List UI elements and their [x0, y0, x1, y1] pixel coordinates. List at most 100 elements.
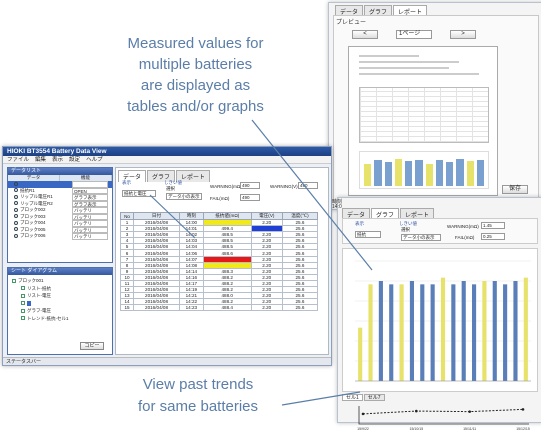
chart-bar — [461, 281, 466, 381]
time-value: 14:0 — [332, 204, 342, 210]
data-item-label: ブロック005 — [20, 226, 46, 232]
checkbox-icon[interactable] — [12, 278, 16, 283]
tree-item[interactable] — [12, 300, 112, 308]
menu-view[interactable]: 表示 — [52, 156, 63, 163]
tree-title: シート ダイアグラム — [8, 268, 112, 275]
threshold-select[interactable]: データ小の表示 — [401, 234, 441, 241]
radio-icon[interactable] — [14, 181, 18, 186]
threshold-select[interactable]: データ小の表示 — [166, 193, 202, 200]
data-item-label: ブロック002 — [20, 207, 46, 212]
menu-settings[interactable]: 設定 — [69, 156, 80, 163]
radio-icon[interactable] — [14, 227, 18, 232]
callout-line: Measured values for — [127, 35, 264, 52]
menu-file[interactable]: ファイル — [7, 156, 29, 163]
chart-bar — [399, 284, 404, 381]
chart-bar — [430, 284, 435, 381]
threshold-sub-label: 選択 — [401, 227, 410, 232]
save-button[interactable]: 保存 — [502, 185, 528, 194]
trend-line-chart: 15/9/22 15/10/15 15/11/11 15/12/15 — [357, 406, 530, 431]
radio-icon[interactable] — [14, 214, 18, 219]
tree-item[interactable]: リスト-電圧 — [12, 292, 112, 300]
tab-cell[interactable]: セル7 — [363, 394, 385, 401]
page-navigation: < 1ページ > — [352, 30, 476, 39]
warning-r-label: WARNING(mΩ) — [210, 184, 242, 189]
display-select[interactable]: 抵抗と電圧 — [122, 190, 156, 197]
prev-page-button[interactable]: < — [352, 30, 378, 39]
trend-point — [521, 408, 525, 411]
tree-item[interactable]: グラフ-電圧 — [12, 307, 112, 315]
column-header[interactable]: 抵抗値(mΩ) — [202, 212, 252, 220]
callout-line: tables and/or graphs — [127, 98, 264, 115]
fail-r-input[interactable]: 490 — [240, 194, 260, 201]
checkbox-icon[interactable] — [21, 301, 25, 306]
display-label: 表示 — [355, 221, 364, 226]
tree-item[interactable]: リスト-抵抗 — [12, 285, 112, 293]
warning-r-input[interactable]: 490 — [240, 182, 260, 189]
callout-table-graph: Measured values for multiple batteries a… — [88, 33, 303, 117]
checkbox-icon[interactable] — [21, 316, 25, 321]
radio-icon[interactable] — [14, 188, 18, 193]
tree-item-label: リスト-電圧 — [27, 293, 51, 298]
display-controls: 表示 抵抗と電圧 しきい値 選択 データ小の表示 WARNING(mΩ) 490… — [120, 180, 326, 208]
text-placeholder — [359, 61, 459, 63]
column-header[interactable]: No — [119, 212, 135, 220]
data-item-function[interactable]: バッテリ — [72, 233, 108, 240]
radio-icon[interactable] — [14, 233, 18, 238]
chart-bar — [409, 281, 415, 381]
data-item-label: ブロック004 — [20, 220, 46, 225]
data-item-name: ブロック006 — [8, 233, 72, 240]
warning-input[interactable]: 1.45 — [481, 222, 505, 229]
trend-point — [415, 409, 418, 413]
menu-help[interactable]: ヘルプ — [86, 156, 103, 163]
page-select[interactable]: 1ページ — [396, 30, 432, 39]
radio-icon[interactable] — [14, 201, 18, 206]
menu-edit[interactable]: 編集 — [35, 156, 46, 163]
radio-icon[interactable] — [14, 194, 18, 199]
next-page-button[interactable]: > — [450, 30, 476, 39]
data-list-item[interactable]: ブロック006 バッテリ — [8, 233, 112, 240]
display-select[interactable]: 抵抗 — [355, 231, 381, 238]
report-chart-preview — [359, 151, 489, 189]
trend-point — [468, 410, 471, 413]
trend-axes — [358, 406, 529, 425]
fail-input[interactable]: 0.25 — [481, 233, 505, 240]
text-placeholder — [359, 73, 479, 75]
chart-bar — [368, 284, 373, 381]
menu-bar: ファイル 編集 表示 設定 ヘルプ — [3, 156, 331, 164]
callout-line: View past trends — [142, 376, 254, 393]
tree-item-label: リスト-抵抗 — [27, 285, 51, 291]
copy-button[interactable]: コピー — [80, 342, 104, 350]
preview-label: プレビュー — [336, 20, 367, 26]
column-header[interactable]: 温度(℃) — [281, 212, 319, 220]
checkbox-icon[interactable] — [21, 293, 25, 298]
checkbox-icon[interactable] — [21, 308, 25, 313]
left-pane: データリスト データ 機能 抵抗R1 OPEN リップル電圧R1 グラフ表示 リップル電… — [7, 167, 113, 355]
data-item-label: 抵抗R1 — [20, 187, 35, 193]
tree-panel: シート ダイアグラム ブロック001 リスト-抵抗 リスト-電圧グラフ-電圧 トレンド… — [7, 267, 113, 355]
graph-window: 時刻 14:0 データ グラフ レポート 表示 抵抗 しきい値 選択 データ小の… — [332, 197, 541, 423]
radio-icon[interactable] — [14, 220, 18, 225]
trend-tick-label: 15/11/11 — [463, 427, 476, 431]
tree-item[interactable]: トレンド-抵抗-セル1 — [12, 315, 112, 323]
data-item-label: リップル電圧R1 — [20, 194, 53, 199]
table-cell: 14:23 — [178, 304, 204, 312]
tab-cell[interactable]: セル1 — [342, 394, 363, 401]
radio-icon[interactable] — [14, 207, 18, 212]
data-list-rows: 抵抗R1 OPEN リップル電圧R1 グラフ表示 リップル電圧R2 グラフ表示 ブロック00… — [8, 181, 112, 240]
table-row[interactable]: 15 2016/04/08 14:23 488.4 2.20 25.6 — [119, 304, 319, 312]
display-label: 表示 — [122, 180, 131, 185]
warning-v-input[interactable]: 490 — [298, 182, 318, 189]
table-cell: 2016/04/08 — [133, 304, 180, 312]
chart-bar — [513, 281, 518, 381]
cell-tabs: セル1 セル7 — [342, 394, 385, 401]
column-header[interactable]: 時刻 — [178, 212, 204, 220]
tree-item[interactable]: ブロック001 — [12, 277, 112, 285]
warning-label: WARNING(mΩ) — [447, 224, 479, 229]
main-window: HIOKI BT3554 Battery Data View ファイル 編集 表… — [2, 146, 332, 366]
preview-panel: プレビュー < 1ページ > 保存 — [333, 15, 539, 203]
column-header[interactable]: 日付 — [133, 212, 180, 220]
window-title: HIOKI BT3554 Battery Data View — [3, 147, 331, 156]
status-bar: ステータスバー — [3, 357, 331, 365]
column-header[interactable]: 電圧(V) — [250, 212, 283, 220]
checkbox-icon[interactable] — [21, 286, 25, 291]
